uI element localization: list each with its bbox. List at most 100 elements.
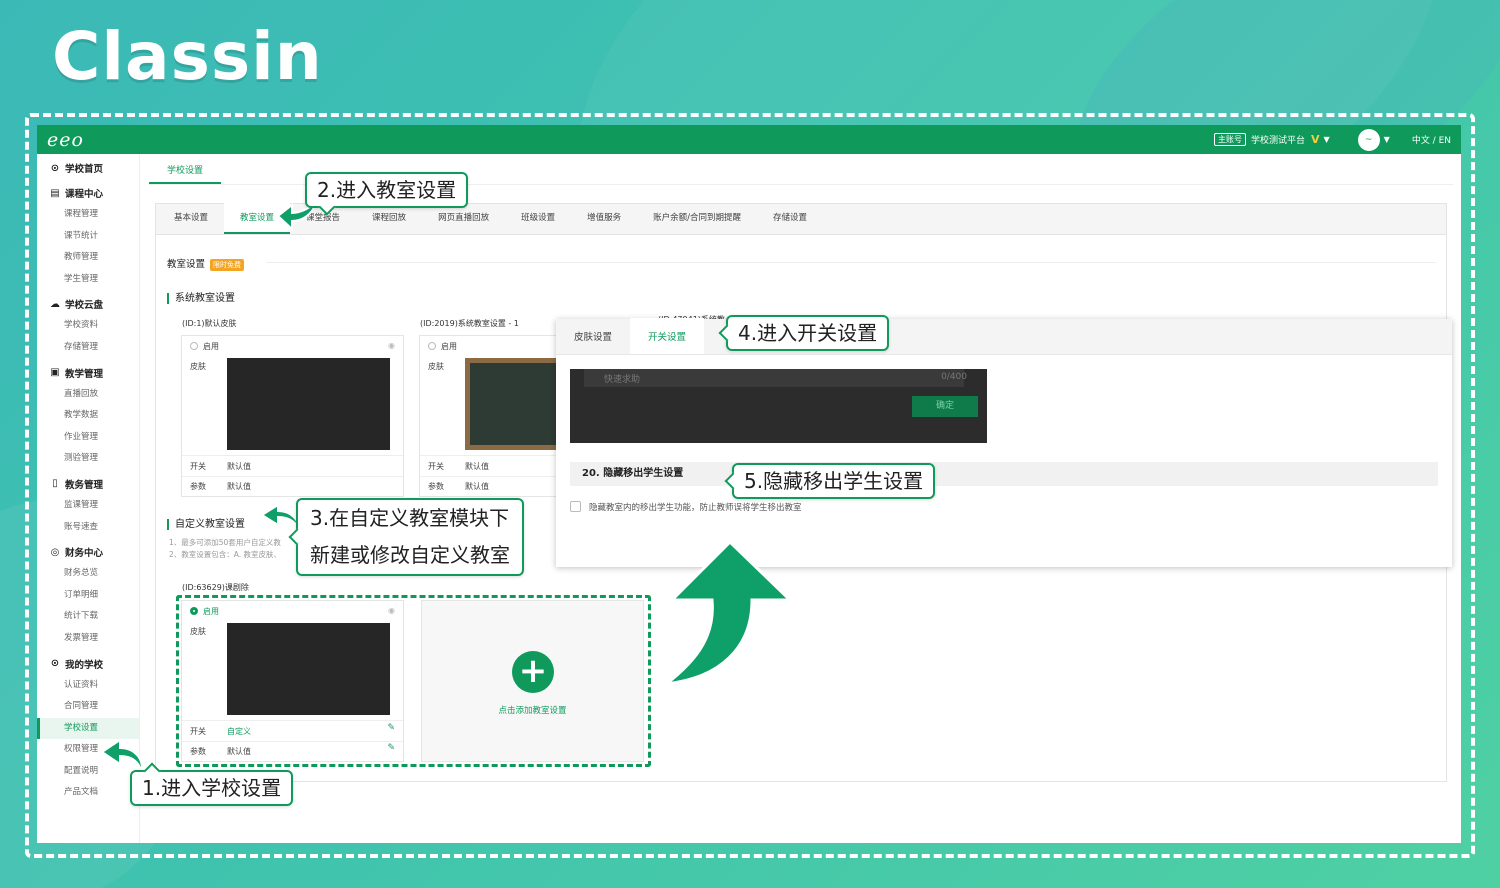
popup-tabs: 皮肤设置 开关设置 — [556, 318, 1452, 355]
free-badge: 限时免费 — [210, 258, 245, 271]
tab-skin-settings[interactable]: 皮肤设置 — [556, 318, 630, 354]
card-title: (ID:63629)课剧除 — [182, 583, 249, 592]
radio-button[interactable] — [428, 342, 436, 350]
sidebar-item[interactable]: 存储管理 — [37, 337, 139, 359]
sidebar-group-icon: ▤ — [50, 187, 60, 199]
sidebar-group-icon: ▯ — [52, 478, 58, 490]
hide-student-section-title: 20. 隐藏移出学生设置 — [570, 462, 1438, 486]
sidebar-group-label: 教务管理 — [65, 479, 104, 491]
hide-remove-student-option[interactable]: 隐藏教室内的移出学生功能，防止教师误将学生移出教室 — [570, 501, 802, 513]
sidebar-group-label: 财务中心 — [65, 548, 104, 560]
sidebar-group[interactable]: ▣ 教学管理 — [37, 362, 139, 384]
sidebar-item[interactable]: 教学数据 — [37, 405, 139, 427]
school-name[interactable]: 学校测试平台 — [1251, 133, 1305, 146]
settings-sub-tabs: 基本设置 教室设置 课堂报告 课程回放 网页直播回放 班级设置 增值服务 账户余额/合同到期提… — [156, 203, 1446, 235]
highlight-frame — [176, 595, 651, 767]
sidebar-group-label: 学校云盘 — [65, 300, 104, 312]
vip-icon: V — [1310, 133, 1320, 146]
skin-preview — [227, 358, 390, 450]
custom-classroom-title: 自定义教室设置 — [167, 519, 245, 530]
classroom-settings-popup: 皮肤设置 开关设置 快速求助 0/400 确定 20. 隐藏移出学生设置 隐藏教… — [556, 318, 1452, 567]
divider — [266, 262, 1436, 263]
char-count: 0/400 — [941, 372, 967, 382]
sidebar-item[interactable]: 订单明细 — [37, 585, 139, 607]
avatar[interactable]: ~ — [1357, 128, 1380, 151]
system-classroom-title: 系统教室设置 — [167, 293, 235, 304]
sidebar-item[interactable]: 课程管理 — [37, 204, 139, 226]
big-curved-arrow-icon — [660, 539, 794, 687]
radio-button[interactable] — [190, 342, 198, 350]
sidebar-group[interactable]: ☁ 学校云盘 — [37, 293, 139, 315]
skin-label: 皮肤 — [428, 362, 444, 371]
param-label: 参数 — [190, 482, 206, 491]
callout-step-1: 1.进入学校设置 — [130, 770, 294, 806]
tab-settings-0[interactable]: 基本设置 — [158, 203, 224, 234]
sidebar-group-icon: ⊙ — [50, 162, 60, 174]
tab-settings-5[interactable]: 班级设置 — [505, 203, 571, 234]
classroom-settings-title: 教室设置 限时免费 — [167, 256, 245, 271]
checkbox[interactable] — [570, 501, 581, 512]
notes: 1、最多可添加50套用户自定义教 2、教室设置包含：A. 教室皮肤、 — [169, 538, 282, 559]
sidebar-item[interactable]: 合同管理 — [37, 696, 139, 718]
sidebar-group-label: 我的学校 — [65, 659, 104, 671]
eeo-logo[interactable]: eeo — [47, 129, 84, 151]
callout-step-4: 4.进入开关设置 — [726, 315, 890, 351]
sidebar-item[interactable]: 直播回放 — [37, 384, 139, 406]
sidebar-item[interactable]: 作业管理 — [37, 427, 139, 449]
checkbox-label: 隐藏教室内的移出学生功能，防止教师误将学生移出教室 — [589, 503, 802, 513]
card-title: (ID:2019)系统教室设置 - 1 — [420, 319, 519, 328]
switch-label: 开关 — [428, 462, 444, 471]
sidebar-group-icon: ▣ — [50, 367, 60, 379]
sidebar-group[interactable]: ⊙ 我的学校 — [37, 653, 139, 675]
sidebar-item[interactable]: 课节统计 — [37, 226, 139, 248]
param-value: 默认值 — [465, 482, 489, 491]
chevron-down-icon[interactable]: ▼ — [1384, 135, 1390, 144]
param-value: 默认值 — [227, 482, 251, 491]
switch-value: 默认值 — [465, 462, 489, 471]
sidebar-item[interactable]: 测验管理 — [37, 448, 139, 470]
sidebar-group-icon: ◎ — [50, 546, 60, 558]
switch-value: 默认值 — [227, 462, 251, 471]
sidebar-group-label: 教学管理 — [65, 368, 104, 380]
sidebar-group-icon: ☁ — [50, 298, 60, 310]
skin-label: 皮肤 — [190, 362, 206, 371]
tab-settings-6[interactable]: 增值服务 — [571, 203, 637, 234]
sidebar-item[interactable]: 账号速查 — [37, 517, 139, 539]
sidebar-group-label: 学校首页 — [65, 164, 104, 175]
language-switch[interactable]: 中文 / EN — [1412, 133, 1451, 146]
sidebar-item[interactable]: 认证资料 — [37, 675, 139, 697]
confirm-button[interactable]: 确定 — [912, 396, 978, 417]
help-input[interactable]: 快速求助 — [584, 369, 964, 387]
sidebar-item[interactable]: 财务总览 — [37, 563, 139, 585]
sidebar-item[interactable]: 发票管理 — [37, 628, 139, 650]
sidebar-item[interactable]: 产品文档 — [37, 782, 139, 804]
callout-step-2: 2.进入教室设置 — [305, 172, 469, 208]
eye-icon[interactable]: ◉ — [388, 341, 395, 350]
sidebar-item[interactable]: 学生管理 — [37, 269, 139, 291]
brand-logo: Classin — [52, 18, 323, 95]
sidebar-group[interactable]: ⊙ 学校首页 — [37, 157, 139, 179]
switch-label: 开关 — [190, 462, 206, 471]
sidebar-group[interactable]: ◎ 财务中心 — [37, 541, 139, 563]
card-title: (ID:1)默认皮肤 — [182, 319, 237, 328]
callout-step-3: 3.在自定义教室模块下 新建或修改自定义教室 — [296, 498, 524, 576]
sidebar-group[interactable]: ▤ 课程中心 — [37, 182, 139, 204]
sidebar-group[interactable]: ▯ 教务管理 — [37, 473, 139, 495]
account-badge: 主账号 — [1213, 133, 1246, 146]
tab-settings-8[interactable]: 存储设置 — [757, 203, 823, 234]
sidebar-item[interactable]: 监课管理 — [37, 495, 139, 517]
sidebar-item[interactable]: 教师管理 — [37, 247, 139, 269]
sidebar-item[interactable]: 统计下载 — [37, 606, 139, 628]
tab-school-settings[interactable]: 学校设置 — [149, 162, 221, 184]
chevron-down-icon[interactable]: ▼ — [1324, 135, 1330, 144]
sidebar-item[interactable]: 学校资料 — [37, 315, 139, 337]
tab-switch-settings[interactable]: 开关设置 — [630, 318, 705, 354]
skin-card-default[interactable]: 启用 ◉ 皮肤 开关 默认值 参数 默认值 — [181, 335, 404, 497]
param-label: 参数 — [428, 482, 444, 491]
enable-label: 启用 — [203, 342, 219, 351]
sidebar-group-label: 课程中心 — [65, 189, 104, 200]
sidebar-item[interactable]: 学校设置 — [37, 717, 139, 740]
callout-step-5: 5.隐藏移出学生设置 — [732, 463, 936, 499]
tab-settings-7[interactable]: 账户余额/合同到期提醒 — [637, 203, 757, 234]
sidebar-group-icon: ⊙ — [50, 658, 60, 669]
